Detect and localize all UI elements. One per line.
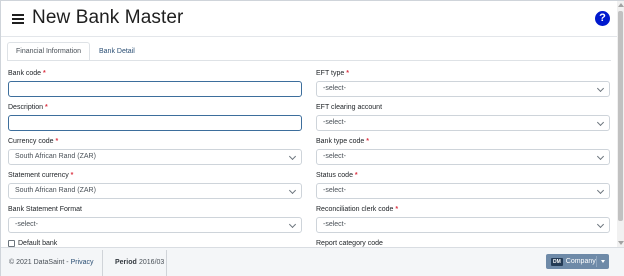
bank-statement-format-group: Bank Statement Format -select- [8, 204, 302, 233]
chevron-down-icon [596, 152, 605, 161]
statement-currency-label: Statement currency [8, 172, 69, 179]
eft-type-label: EFT type [316, 70, 345, 77]
bank-code-group: Bank code * [8, 68, 302, 97]
page-header: New Bank Master ? [1, 1, 617, 35]
hamburger-menu-icon[interactable] [12, 14, 24, 24]
default-bank-checkbox[interactable] [8, 240, 15, 247]
copyright-text: © 2021 DataSaint - Privacy [9, 259, 94, 266]
scroll-up-arrow-icon[interactable] [618, 3, 624, 7]
required-marker: * [395, 206, 399, 213]
default-bank-row: Default bank [8, 240, 57, 247]
description-group: Description * [8, 102, 302, 131]
required-marker: * [43, 70, 46, 77]
caret-down-icon[interactable] [601, 260, 605, 263]
period-value: 2016/03 [139, 259, 165, 266]
bank-code-label: Bank code [8, 70, 42, 77]
header-divider [1, 36, 617, 37]
currency-code-label: Currency code [8, 138, 54, 145]
eft-type-value: -select- [323, 85, 346, 92]
eft-clearing-account-select[interactable]: -select- [316, 115, 610, 131]
page-footer: © 2021 DataSaint - Privacy Period 2016/0… [1, 247, 624, 276]
eft-clearing-account-label: EFT clearing account [316, 104, 383, 111]
currency-code-value: South African Rand (ZAR) [15, 153, 96, 160]
required-marker: * [70, 172, 74, 179]
bank-statement-format-select[interactable]: -select- [8, 217, 302, 233]
company-label: Company [565, 258, 596, 265]
chevron-down-icon [596, 118, 605, 127]
privacy-link[interactable]: Privacy [71, 259, 94, 266]
bank-statement-format-value: -select- [15, 221, 38, 228]
statement-currency-value: South African Rand (ZAR) [15, 187, 96, 194]
eft-type-select[interactable]: -select- [316, 81, 610, 97]
app-window: New Bank Master ? Financial Information … [0, 0, 624, 276]
scrollbar-thumb[interactable] [618, 11, 623, 221]
description-input[interactable] [8, 115, 302, 131]
status-code-select[interactable]: -select- [316, 183, 610, 199]
bank-type-code-select[interactable]: -select- [316, 149, 610, 165]
tab-bar: Financial Information Bank Detail [7, 42, 144, 61]
chevron-down-icon [288, 152, 297, 161]
required-marker: * [346, 70, 349, 77]
report-category-code-label: Report category code [316, 240, 383, 247]
bank-type-code-group: Bank type code * -select- [316, 136, 610, 165]
required-marker: * [366, 138, 369, 145]
status-code-value: -select- [323, 187, 346, 194]
company-button[interactable]: DM Company [546, 254, 609, 269]
statement-currency-select[interactable]: South African Rand (ZAR) [8, 183, 302, 199]
reconciliation-clerk-code-group: Reconciliation clerk code * -select- [316, 204, 610, 233]
chevron-down-icon [596, 186, 605, 195]
currency-code-select[interactable]: South African Rand (ZAR) [8, 149, 302, 165]
bank-code-input[interactable] [8, 81, 302, 97]
vertical-scrollbar[interactable] [617, 1, 624, 249]
scroll-down-arrow-icon[interactable] [618, 241, 624, 245]
tab-financial-information[interactable]: Financial Information [7, 42, 90, 61]
bank-statement-format-label: Bank Statement Format [8, 206, 82, 213]
footer-divider [166, 250, 167, 276]
eft-clearing-account-value: -select- [323, 119, 346, 126]
copyright-label: © 2021 DataSaint - [9, 259, 71, 266]
required-marker: * [354, 172, 358, 179]
period-label: Period [115, 259, 137, 266]
reconciliation-clerk-code-select[interactable]: -select- [316, 217, 610, 233]
bank-type-code-value: -select- [323, 153, 346, 160]
required-marker: * [55, 138, 59, 145]
page-title: New Bank Master [32, 7, 184, 28]
chevron-down-icon [596, 84, 605, 93]
company-button-divider [596, 256, 597, 267]
statement-currency-group: Statement currency * South African Rand … [8, 170, 302, 199]
status-code-group: Status code * -select- [316, 170, 610, 199]
question-circle-icon[interactable]: ? [595, 11, 610, 26]
eft-type-group: EFT type * -select- [316, 68, 610, 97]
tab-bank-detail[interactable]: Bank Detail [90, 42, 144, 61]
chevron-down-icon [596, 220, 605, 229]
currency-code-group: Currency code * South African Rand (ZAR) [8, 136, 302, 165]
description-label: Description [8, 104, 44, 111]
company-badge: DM [551, 257, 563, 266]
eft-clearing-account-group: EFT clearing account -select- [316, 102, 610, 131]
default-bank-label: Default bank [18, 240, 58, 247]
required-marker: * [44, 104, 48, 111]
tab-divider [7, 60, 611, 61]
footer-divider [102, 250, 103, 276]
bank-type-code-label: Bank type code [316, 138, 365, 145]
reconciliation-clerk-code-label: Reconciliation clerk code [316, 206, 394, 213]
chevron-down-icon [288, 220, 297, 229]
status-code-label: Status code [316, 172, 353, 179]
reconciliation-clerk-code-value: -select- [323, 221, 346, 228]
chevron-down-icon [288, 186, 297, 195]
